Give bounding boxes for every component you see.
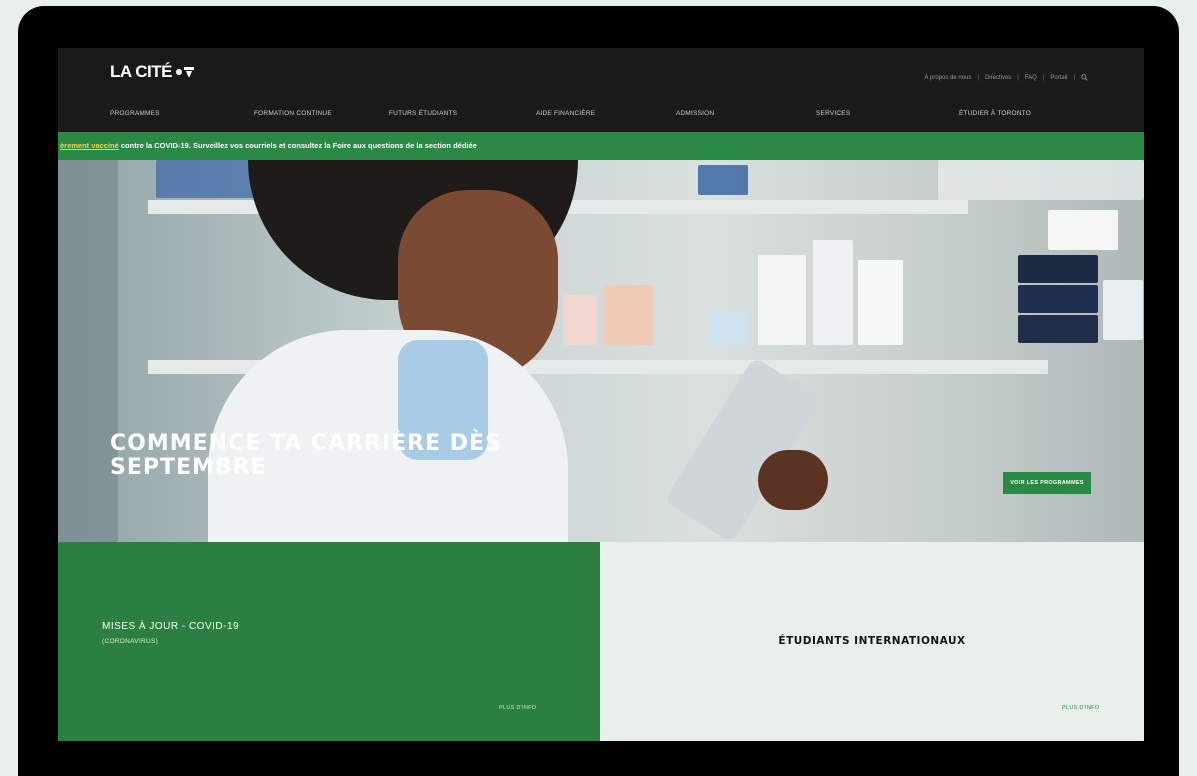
- utility-link-faq[interactable]: FAQ: [1025, 75, 1037, 81]
- separator: |: [977, 74, 979, 81]
- covid-alert-banner: èrement vacciné contre la COVID-19. Surv…: [58, 132, 1144, 160]
- site-logo[interactable]: LA CITÉ: [110, 62, 194, 82]
- separator: |: [1017, 74, 1019, 81]
- international-students-tile[interactable]: ÉTUDIANTS INTERNATIONAUX PLUS D'INFO: [600, 542, 1144, 741]
- nav-item-programmes[interactable]: PROGRAMMES: [110, 110, 160, 117]
- site-header: LA CITÉ À propos de nous | Directives | …: [58, 48, 1144, 131]
- logo-mark-icon: [175, 65, 194, 79]
- hero-banner: COMMENCE TA CARRIÈRE DÈS SEPTEMBRE VOIR …: [58, 160, 1144, 542]
- browser-screen: LA CITÉ À propos de nous | Directives | …: [58, 48, 1144, 741]
- tile-title: MISES À JOUR - COVID-19: [102, 621, 240, 632]
- utility-nav: À propos de nous | Directives | FAQ | Po…: [924, 74, 1088, 81]
- search-icon[interactable]: [1081, 74, 1088, 81]
- banner-text: èrement vacciné contre la COVID-19. Surv…: [60, 141, 477, 150]
- banner-message: contre la COVID-19. Surveillez vos courr…: [118, 141, 477, 150]
- more-info-link[interactable]: PLUS D'INFO: [499, 705, 536, 711]
- logo-text: LA CITÉ: [110, 62, 172, 81]
- utility-link-portal[interactable]: Portail: [1050, 75, 1067, 81]
- banner-link[interactable]: èrement vacciné: [60, 141, 119, 150]
- hero-title-line-1: COMMENCE TA CARRIÈRE DÈS: [110, 431, 502, 456]
- tile-title: ÉTUDIANTS INTERNATIONAUX: [778, 635, 966, 647]
- nav-item-admission[interactable]: ADMISSION: [676, 110, 714, 117]
- nav-item-formation-continue[interactable]: FORMATION CONTINUE: [254, 110, 332, 117]
- separator: |: [1073, 74, 1075, 81]
- device-frame: LA CITÉ À propos de nous | Directives | …: [18, 6, 1179, 776]
- hero-title: COMMENCE TA CARRIÈRE DÈS SEPTEMBRE: [110, 432, 630, 480]
- nav-item-futurs-etudiants[interactable]: FUTURS ÉTUDIANTS: [389, 110, 457, 117]
- main-nav: PROGRAMMES FORMATION CONTINUE FUTURS ÉTU…: [58, 110, 1144, 124]
- hero-title-line-2: SEPTEMBRE: [110, 455, 267, 480]
- utility-link-about[interactable]: À propos de nous: [924, 75, 971, 81]
- covid-updates-tile[interactable]: MISES À JOUR - COVID-19 (CORONAVIRUS) PL…: [58, 542, 600, 741]
- utility-link-directives[interactable]: Directives: [985, 75, 1011, 81]
- nav-item-aide-financiere[interactable]: AIDE FINANCIÈRE: [536, 110, 595, 117]
- nav-item-services[interactable]: SERVICES: [816, 110, 850, 117]
- tile-subtitle: (CORONAVIRUS): [102, 638, 159, 645]
- view-programs-button[interactable]: VOIR LES PROGRAMMES: [1003, 472, 1091, 494]
- more-info-link[interactable]: PLUS D'INFO: [1062, 705, 1099, 711]
- separator: |: [1042, 74, 1045, 81]
- pharmacist-photo: [58, 160, 1144, 542]
- nav-item-etudier-toronto[interactable]: ÉTUDIER À TORONTO: [959, 110, 1031, 117]
